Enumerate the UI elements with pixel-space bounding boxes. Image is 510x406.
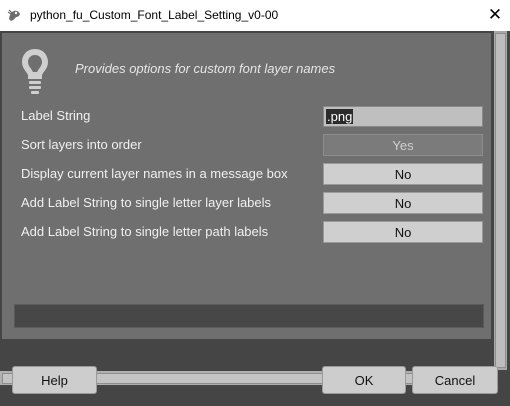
close-button[interactable]: ✕ <box>484 4 506 26</box>
add-letter-path-toggle[interactable]: No <box>323 221 483 243</box>
label-string-input[interactable]: .png <box>323 106 483 127</box>
display-names-toggle[interactable]: No <box>323 163 483 185</box>
display-names-value: No <box>394 166 412 182</box>
close-icon: ✕ <box>487 5 503 24</box>
label-string-label: Label String <box>21 108 91 123</box>
sort-layers-label: Sort layers into order <box>21 137 142 152</box>
add-letter-path-value: No <box>394 224 412 240</box>
add-letter-layer-label: Add Label String to single letter layer … <box>21 195 272 210</box>
window-title: python_fu_Custom_Font_Label_Setting_v0-0… <box>30 8 279 22</box>
label-string-value: .png <box>326 109 354 124</box>
ok-button[interactable]: OK <box>322 366 406 394</box>
dialog-body: Provides options for custom font layer n… <box>0 31 510 406</box>
sort-layers-toggle[interactable]: Yes <box>323 134 483 156</box>
add-letter-layer-toggle[interactable]: No <box>323 192 483 214</box>
sort-layers-value: Yes <box>392 137 414 153</box>
lightbulb-icon <box>22 49 48 94</box>
add-letter-layer-value: No <box>394 195 412 211</box>
cancel-button[interactable]: Cancel <box>412 366 498 394</box>
title-bar: python_fu_Custom_Font_Label_Setting_v0-0… <box>0 0 510 31</box>
progress-bar <box>14 304 484 328</box>
help-button[interactable]: Help <box>12 366 97 394</box>
add-letter-path-label: Add Label String to single letter path l… <box>21 224 269 239</box>
gimp-icon <box>7 9 20 21</box>
display-names-label: Display current layer names in a message… <box>21 166 288 181</box>
vertical-scrollbar-thumb[interactable] <box>495 33 506 368</box>
description-text: Provides options for custom font layer n… <box>75 61 336 76</box>
options-panel: Provides options for custom font layer n… <box>2 33 491 339</box>
